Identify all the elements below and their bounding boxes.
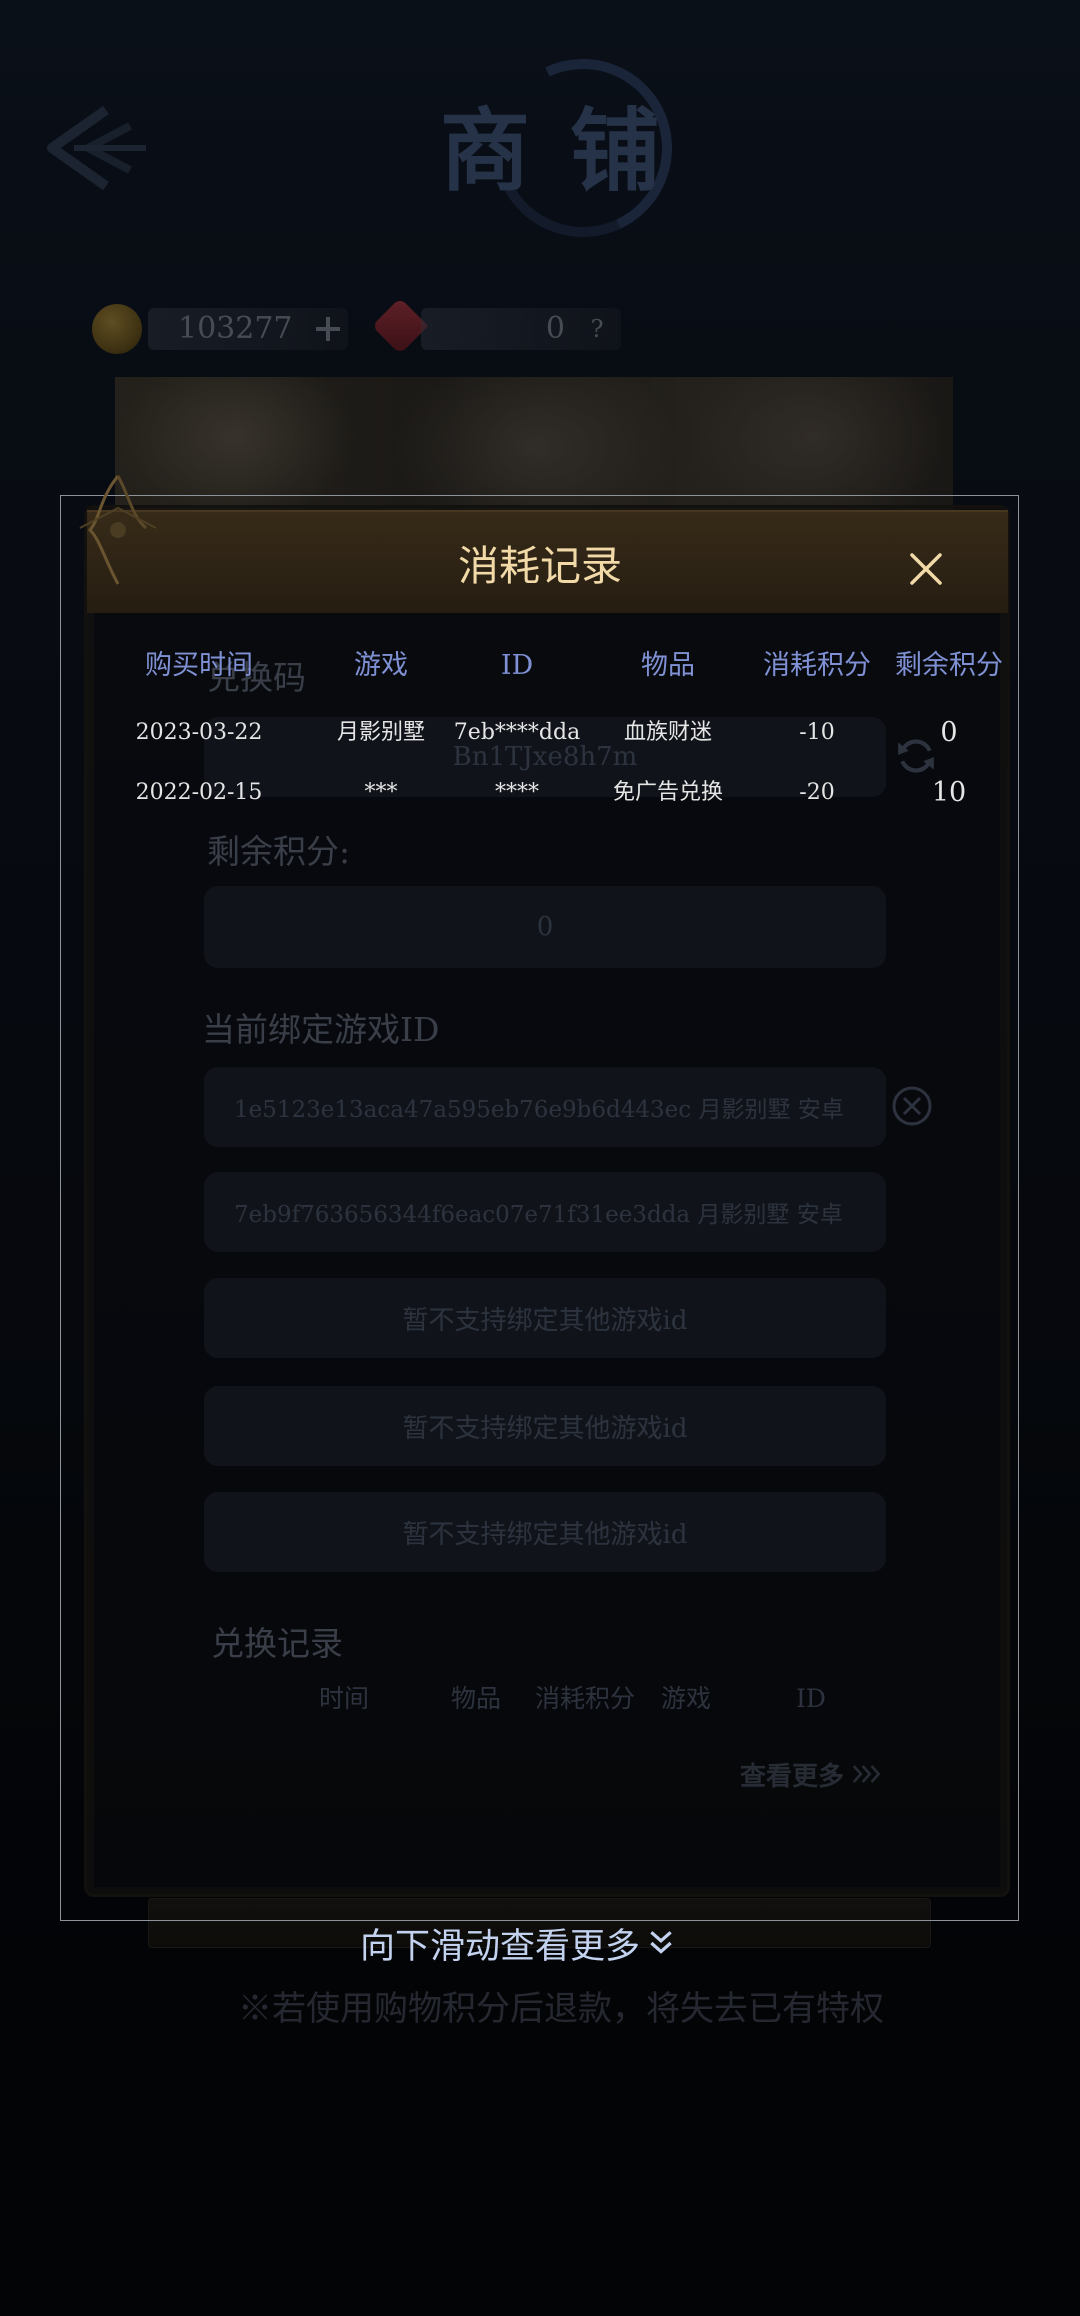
- table-cell-time: 2023-03-22: [135, 720, 263, 745]
- table-cell-time: 2022-02-15: [135, 780, 263, 805]
- table-header-item: 物品: [641, 650, 695, 681]
- table-cell-balance: 0: [940, 717, 958, 748]
- table-cell-id: ****: [495, 780, 539, 805]
- table-cell-item: 血族财迷: [623, 720, 712, 745]
- modal-title: 消耗记录: [458, 542, 622, 590]
- table-header-id: ID: [500, 650, 534, 681]
- table-header-purchase-time: 购买时间: [145, 650, 253, 681]
- table-cell-item: 免广告兑换: [612, 780, 723, 805]
- table-cell-id: 7eb****dda: [453, 720, 581, 745]
- table-header-cost: 消耗积分: [763, 650, 871, 681]
- scroll-more-hint[interactable]: 向下滑动查看更多: [317, 1920, 717, 1967]
- table-header-balance: 剩余积分: [895, 650, 1003, 681]
- table-cell-cost: -10: [799, 720, 835, 745]
- corner-ornament: [70, 468, 166, 592]
- close-icon: [910, 553, 942, 585]
- scroll-hint-label: 向下滑动查看更多: [359, 1926, 640, 1967]
- table-cell-balance: 10: [931, 777, 967, 808]
- consumption-record-modal: [60, 495, 1019, 1921]
- table-cell-cost: -20: [799, 780, 835, 805]
- modal-close-button[interactable]: [906, 549, 946, 589]
- double-chevron-down-icon: [650, 1931, 672, 1954]
